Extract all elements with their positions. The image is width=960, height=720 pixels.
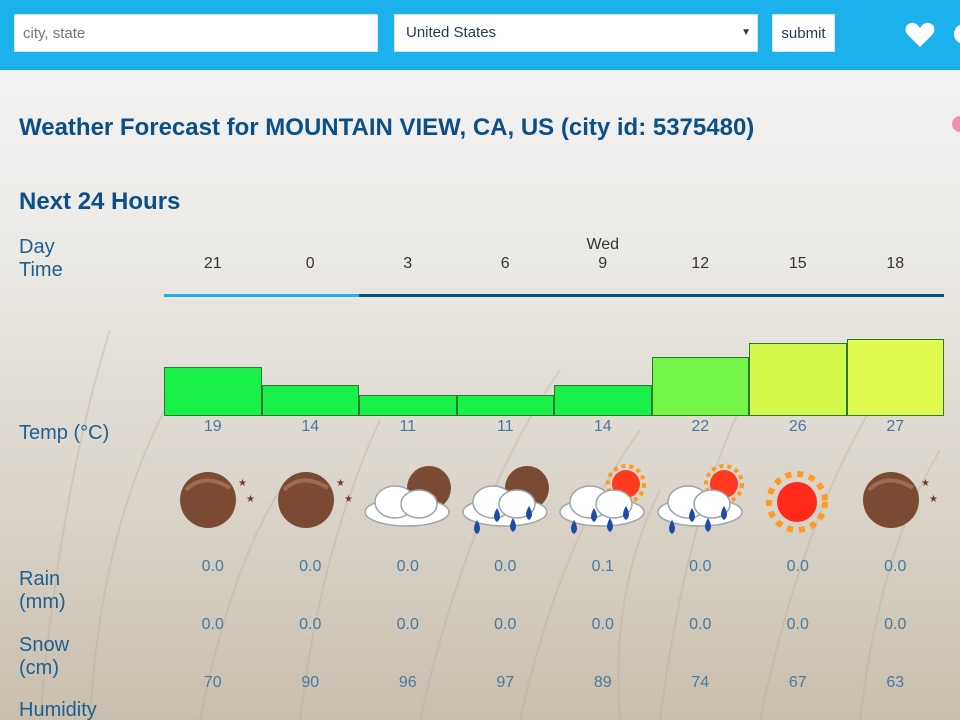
notification-dot [952, 116, 960, 132]
rain-value: 0.0 [494, 558, 517, 575]
svg-text:★: ★ [921, 478, 930, 489]
rain-night-icon [457, 460, 555, 544]
day-label: Day [19, 236, 55, 258]
temp-value: 14 [593, 418, 612, 435]
time-cell: 15 [788, 255, 807, 272]
section-title: Next 24 Hours [19, 188, 181, 215]
snow-value: 0.0 [786, 616, 809, 633]
time-row: 21 0 3 6 9 12 15 18 [164, 255, 944, 275]
page-title: Weather Forecast for MOUNTAIN VIEW, CA, … [19, 114, 755, 141]
temp-value: 11 [399, 418, 417, 435]
temp-bar [164, 367, 262, 416]
rain-value: 0.0 [299, 558, 322, 575]
snow-value: 0.0 [884, 616, 907, 633]
snow-label: Snow [19, 634, 70, 656]
humidity-value: 70 [203, 674, 222, 691]
humidity-value: 63 [886, 674, 905, 691]
humidity-label: Humidity [19, 699, 97, 720]
temp-bar [261, 384, 359, 416]
gear-icon[interactable] [948, 18, 960, 50]
temp-value: 27 [886, 418, 905, 435]
timeline-progress [164, 294, 359, 297]
temp-bar [846, 339, 944, 416]
rain-label: Rain [19, 568, 61, 590]
rain-day-icon [652, 460, 750, 544]
snow-value: 0.0 [299, 616, 322, 633]
temp-value: 11 [496, 418, 514, 435]
temp-value: 22 [691, 418, 710, 435]
snow-value: 0.0 [201, 616, 224, 633]
svg-text:★: ★ [246, 494, 255, 505]
rain-value: 0.0 [201, 558, 224, 575]
top-bar: United States ▼ submit [0, 0, 960, 70]
temperature-bars [164, 336, 944, 416]
temp-label: Temp (°C) [19, 422, 110, 444]
rain-unit-label: (mm) [19, 591, 66, 613]
temp-value: 14 [301, 418, 320, 435]
cloudy-night-icon [359, 460, 457, 544]
humidity-value: 96 [398, 674, 417, 691]
sun-icon [749, 460, 847, 544]
country-select-value: United States [406, 24, 497, 41]
time-cell: 12 [691, 255, 710, 272]
humidity-value: 74 [691, 674, 710, 691]
temp-bar [359, 395, 457, 416]
snow-value: 0.0 [689, 616, 712, 633]
rain-value: 0.0 [396, 558, 419, 575]
snow-value: 0.0 [591, 616, 614, 633]
weather-icon-row: ★ ★ ★ ★ ★ ★ [164, 460, 944, 544]
timeline-bar [164, 294, 944, 297]
temp-value: 26 [788, 418, 807, 435]
humidity-value: 97 [496, 674, 515, 691]
submit-button[interactable]: submit [772, 14, 835, 52]
temp-bar [651, 356, 749, 416]
rain-value: 0.0 [786, 558, 809, 575]
time-cell: 6 [500, 255, 510, 272]
time-cell: 3 [403, 255, 413, 272]
temp-bar [749, 342, 847, 416]
svg-text:★: ★ [929, 494, 938, 505]
temp-bar [554, 384, 652, 416]
snow-unit-label: (cm) [19, 657, 59, 679]
moon-clear-icon: ★ ★ [262, 460, 360, 544]
time-cell: 0 [305, 255, 315, 272]
time-cell: 9 [598, 255, 608, 272]
country-select[interactable]: United States ▼ [394, 14, 758, 52]
humidity-value: 90 [301, 674, 320, 691]
snow-value: 0.0 [396, 616, 419, 633]
day-row: Wed [164, 236, 944, 256]
heart-icon[interactable] [904, 18, 936, 50]
moon-clear-icon: ★ ★ [164, 460, 262, 544]
rain-value: 0.1 [591, 558, 614, 575]
rain-day-icon [554, 460, 652, 544]
snow-value: 0.0 [494, 616, 517, 633]
city-search-input[interactable] [14, 14, 378, 52]
day-cell: Wed [586, 236, 620, 253]
svg-text:★: ★ [238, 478, 247, 489]
moon-clear-icon: ★ ★ [847, 460, 945, 544]
humidity-value: 67 [788, 674, 807, 691]
chevron-down-icon: ▼ [741, 27, 751, 38]
rain-value: 0.0 [689, 558, 712, 575]
temp-value: 19 [203, 418, 222, 435]
rain-value: 0.0 [884, 558, 907, 575]
svg-text:★: ★ [344, 494, 353, 505]
humidity-value: 89 [593, 674, 612, 691]
time-label: Time [19, 259, 63, 281]
time-cell: 18 [886, 255, 905, 272]
time-cell: 21 [203, 255, 222, 272]
svg-text:★: ★ [336, 478, 345, 489]
temp-bar [456, 395, 554, 416]
